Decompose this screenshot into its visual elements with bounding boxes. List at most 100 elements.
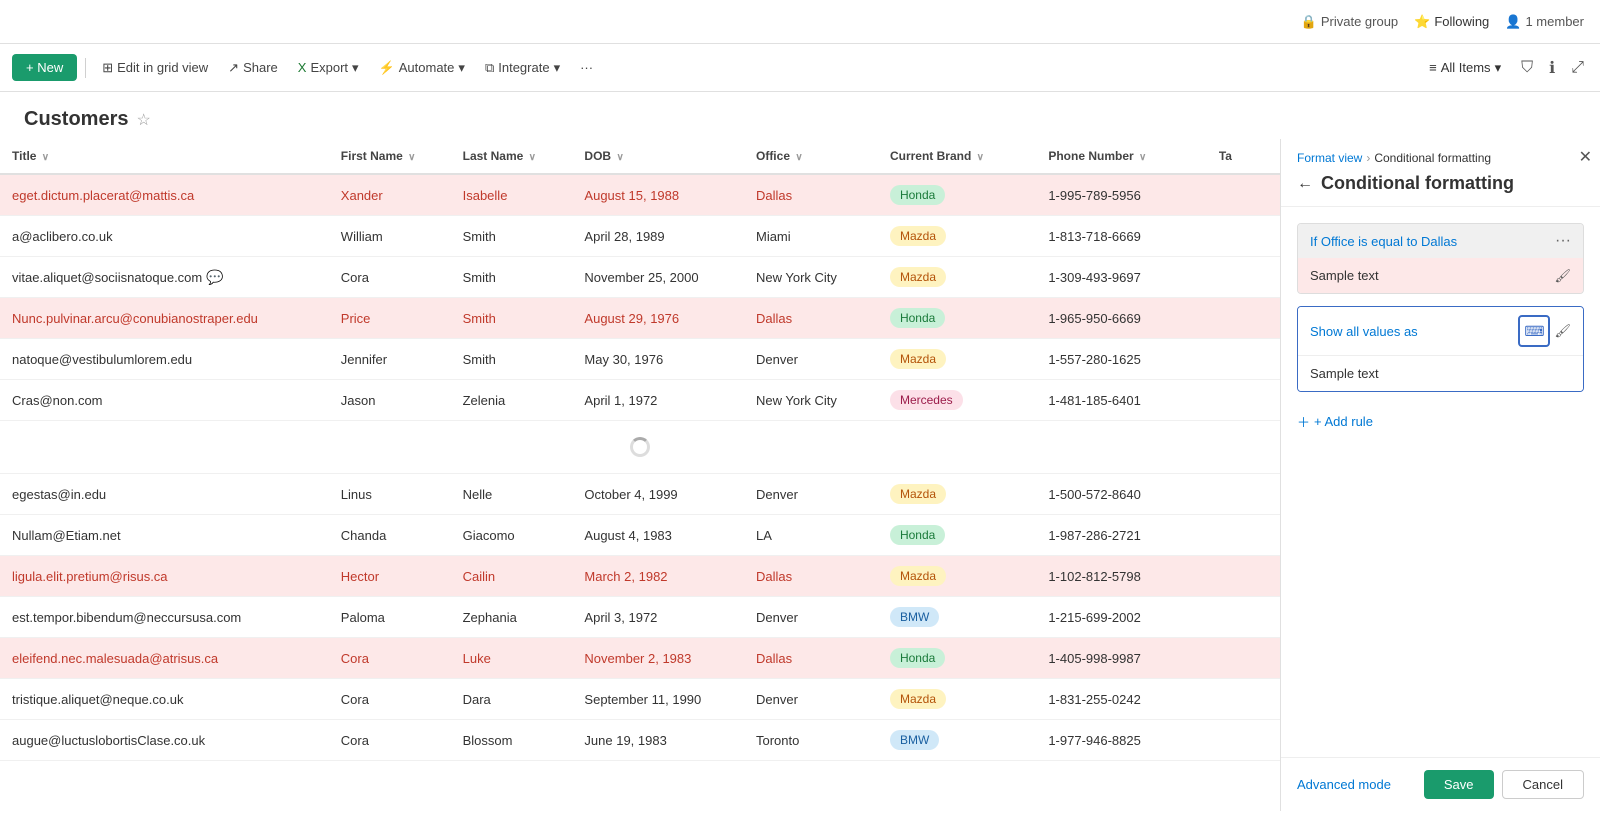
cell-lastname: Smith bbox=[451, 216, 573, 257]
table-row[interactable]: natoque@vestibulumlorem.edu Jennifer Smi… bbox=[0, 339, 1280, 380]
cell-brand: BMW bbox=[878, 720, 1036, 761]
cell-phone: 1-405-998-9987 bbox=[1036, 638, 1207, 679]
cancel-button[interactable]: Cancel bbox=[1502, 770, 1584, 799]
table-row[interactable]: Cras@non.com Jason Zelenia April 1, 1972… bbox=[0, 380, 1280, 421]
cell-phone: 1-557-280-1625 bbox=[1036, 339, 1207, 380]
add-rule-label: + Add rule bbox=[1314, 414, 1373, 429]
cell-phone: 1-995-789-5956 bbox=[1036, 174, 1207, 216]
main-content: Title ∨ First Name ∨ Last Name ∨ DOB ∨ bbox=[0, 139, 1600, 811]
favorite-icon[interactable]: ☆ bbox=[136, 110, 150, 130]
cell-brand: Mazda bbox=[878, 216, 1036, 257]
edit-grid-view-button[interactable]: ⊞ Edit in grid view bbox=[94, 56, 216, 80]
cell-phone: 1-309-493-9697 bbox=[1036, 257, 1207, 298]
export-button[interactable]: X Export ▾ bbox=[290, 56, 367, 80]
breadcrumb-format-view[interactable]: Format view bbox=[1297, 151, 1362, 165]
filter-button[interactable]: ⛉ bbox=[1517, 55, 1537, 81]
cell-dob: October 4, 1999 bbox=[572, 474, 744, 515]
cell-lastname: Cailin bbox=[451, 556, 573, 597]
table-row[interactable]: ligula.elit.pretium@risus.ca Hector Cail… bbox=[0, 556, 1280, 597]
brand-badge: Honda bbox=[890, 308, 945, 328]
table-row[interactable]: Nunc.pulvinar.arcu@conubianostraper.edu … bbox=[0, 298, 1280, 339]
table-row[interactable]: tristique.aliquet@neque.co.uk Cora Dara … bbox=[0, 679, 1280, 720]
back-button[interactable]: ← bbox=[1297, 175, 1313, 193]
cell-title: egestas@in.edu bbox=[0, 474, 329, 515]
page-header: Customers ☆ bbox=[0, 92, 1600, 139]
advanced-mode-button[interactable]: Advanced mode bbox=[1297, 777, 1391, 792]
col-header-title[interactable]: Title ∨ bbox=[0, 139, 329, 174]
integrate-button[interactable]: ⧉ Integrate ▾ bbox=[477, 56, 568, 80]
info-button[interactable]: ℹ bbox=[1545, 54, 1559, 82]
col-header-dob[interactable]: DOB ∨ bbox=[572, 139, 744, 174]
cell-firstname: Jennifer bbox=[329, 339, 451, 380]
table-row[interactable]: eleifend.nec.malesuada@atrisus.ca Cora L… bbox=[0, 638, 1280, 679]
show-values-card: Show all values as ⌨ 🖌 Sample text bbox=[1297, 306, 1584, 392]
cell-ta bbox=[1207, 515, 1280, 556]
plus-icon: ＋ bbox=[1297, 412, 1310, 431]
show-values-sample-area: Sample text bbox=[1298, 355, 1583, 391]
share-label: Share bbox=[243, 60, 278, 75]
cell-firstname: Jason bbox=[329, 380, 451, 421]
col-header-office[interactable]: Office ∨ bbox=[744, 139, 878, 174]
cell-brand: Mazda bbox=[878, 474, 1036, 515]
col-header-firstname[interactable]: First Name ∨ bbox=[329, 139, 451, 174]
active-format-button[interactable]: ⌨ bbox=[1518, 315, 1550, 347]
table-body: eget.dictum.placerat@mattis.ca Xander Is… bbox=[0, 174, 1280, 761]
export-chevron: ▾ bbox=[352, 60, 359, 76]
cell-phone: 1-813-718-6669 bbox=[1036, 216, 1207, 257]
show-values-label: Show all values as bbox=[1310, 324, 1418, 339]
new-button[interactable]: + New bbox=[12, 54, 77, 81]
table-row[interactable]: est.tempor.bibendum@neccursusa.com Palom… bbox=[0, 597, 1280, 638]
more-options-button[interactable]: ··· bbox=[572, 56, 601, 79]
star-icon: ⭐ bbox=[1414, 14, 1430, 30]
breadcrumb-separator: › bbox=[1366, 151, 1370, 165]
rule-sample-area: Sample text 🖌 bbox=[1298, 258, 1583, 293]
following-label: Following bbox=[1434, 14, 1489, 29]
chat-icon: 💬 bbox=[206, 269, 223, 285]
cell-lastname: Smith bbox=[451, 339, 573, 380]
table-row[interactable]: vitae.aliquet@sociisnatoque.com💬 Cora Sm… bbox=[0, 257, 1280, 298]
cell-firstname: Cora bbox=[329, 720, 451, 761]
format-brush-icon[interactable]: 🖌 bbox=[1554, 323, 1571, 339]
table-row[interactable]: a@aclibero.co.uk William Smith April 28,… bbox=[0, 216, 1280, 257]
table-row[interactable]: egestas@in.edu Linus Nelle October 4, 19… bbox=[0, 474, 1280, 515]
cell-dob: April 1, 1972 bbox=[572, 380, 744, 421]
cell-lastname: Blossom bbox=[451, 720, 573, 761]
cell-phone: 1-987-286-2721 bbox=[1036, 515, 1207, 556]
save-button[interactable]: Save bbox=[1424, 770, 1494, 799]
table-row[interactable]: Nullam@Etiam.net Chanda Giacomo August 4… bbox=[0, 515, 1280, 556]
cell-brand: Honda bbox=[878, 174, 1036, 216]
cell-title: Nunc.pulvinar.arcu@conubianostraper.edu bbox=[0, 298, 329, 339]
rule-menu-button[interactable]: ··· bbox=[1555, 232, 1571, 250]
cell-phone: 1-500-572-8640 bbox=[1036, 474, 1207, 515]
cell-lastname: Smith bbox=[451, 298, 573, 339]
col-header-lastname[interactable]: Last Name ∨ bbox=[451, 139, 573, 174]
sort-icon-office: ∨ bbox=[795, 152, 802, 163]
cell-title: eleifend.nec.malesuada@atrisus.ca bbox=[0, 638, 329, 679]
expand-button[interactable]: ⤢ bbox=[1567, 55, 1588, 81]
cell-office: New York City bbox=[744, 380, 878, 421]
all-items-button[interactable]: ≡ All Items ▾ bbox=[1421, 56, 1509, 80]
table-row[interactable]: augue@luctuslobortisClase.co.uk Cora Blo… bbox=[0, 720, 1280, 761]
cell-title: vitae.aliquet@sociisnatoque.com💬 bbox=[0, 257, 329, 298]
following-button[interactable]: ⭐ Following bbox=[1414, 14, 1489, 30]
customers-table: Title ∨ First Name ∨ Last Name ∨ DOB ∨ bbox=[0, 139, 1280, 761]
cell-lastname: Zephania bbox=[451, 597, 573, 638]
breadcrumb: Format view › Conditional formatting bbox=[1297, 151, 1584, 165]
col-header-brand[interactable]: Current Brand ∨ bbox=[878, 139, 1036, 174]
cell-office: Denver bbox=[744, 339, 878, 380]
automate-button[interactable]: ⚡ Automate ▾ bbox=[371, 56, 473, 80]
grid-icon: ⊞ bbox=[102, 60, 113, 76]
share-button[interactable]: ↗ Share bbox=[220, 56, 286, 80]
col-header-phone[interactable]: Phone Number ∨ bbox=[1036, 139, 1207, 174]
cell-firstname: Cora bbox=[329, 679, 451, 720]
col-header-ta[interactable]: Ta bbox=[1207, 139, 1280, 174]
cell-ta bbox=[1207, 174, 1280, 216]
cell-title: Nullam@Etiam.net bbox=[0, 515, 329, 556]
table-row[interactable]: eget.dictum.placerat@mattis.ca Xander Is… bbox=[0, 174, 1280, 216]
add-rule-button[interactable]: ＋ + Add rule bbox=[1297, 404, 1373, 439]
format-icon[interactable]: 🖌 bbox=[1554, 268, 1571, 284]
top-bar-right: 🔒 Private group ⭐ Following 👤 1 member bbox=[1301, 14, 1584, 30]
member-count-label: 1 member bbox=[1525, 14, 1584, 29]
show-values-btn-area: ⌨ 🖌 bbox=[1518, 315, 1571, 347]
cell-office: Dallas bbox=[744, 298, 878, 339]
